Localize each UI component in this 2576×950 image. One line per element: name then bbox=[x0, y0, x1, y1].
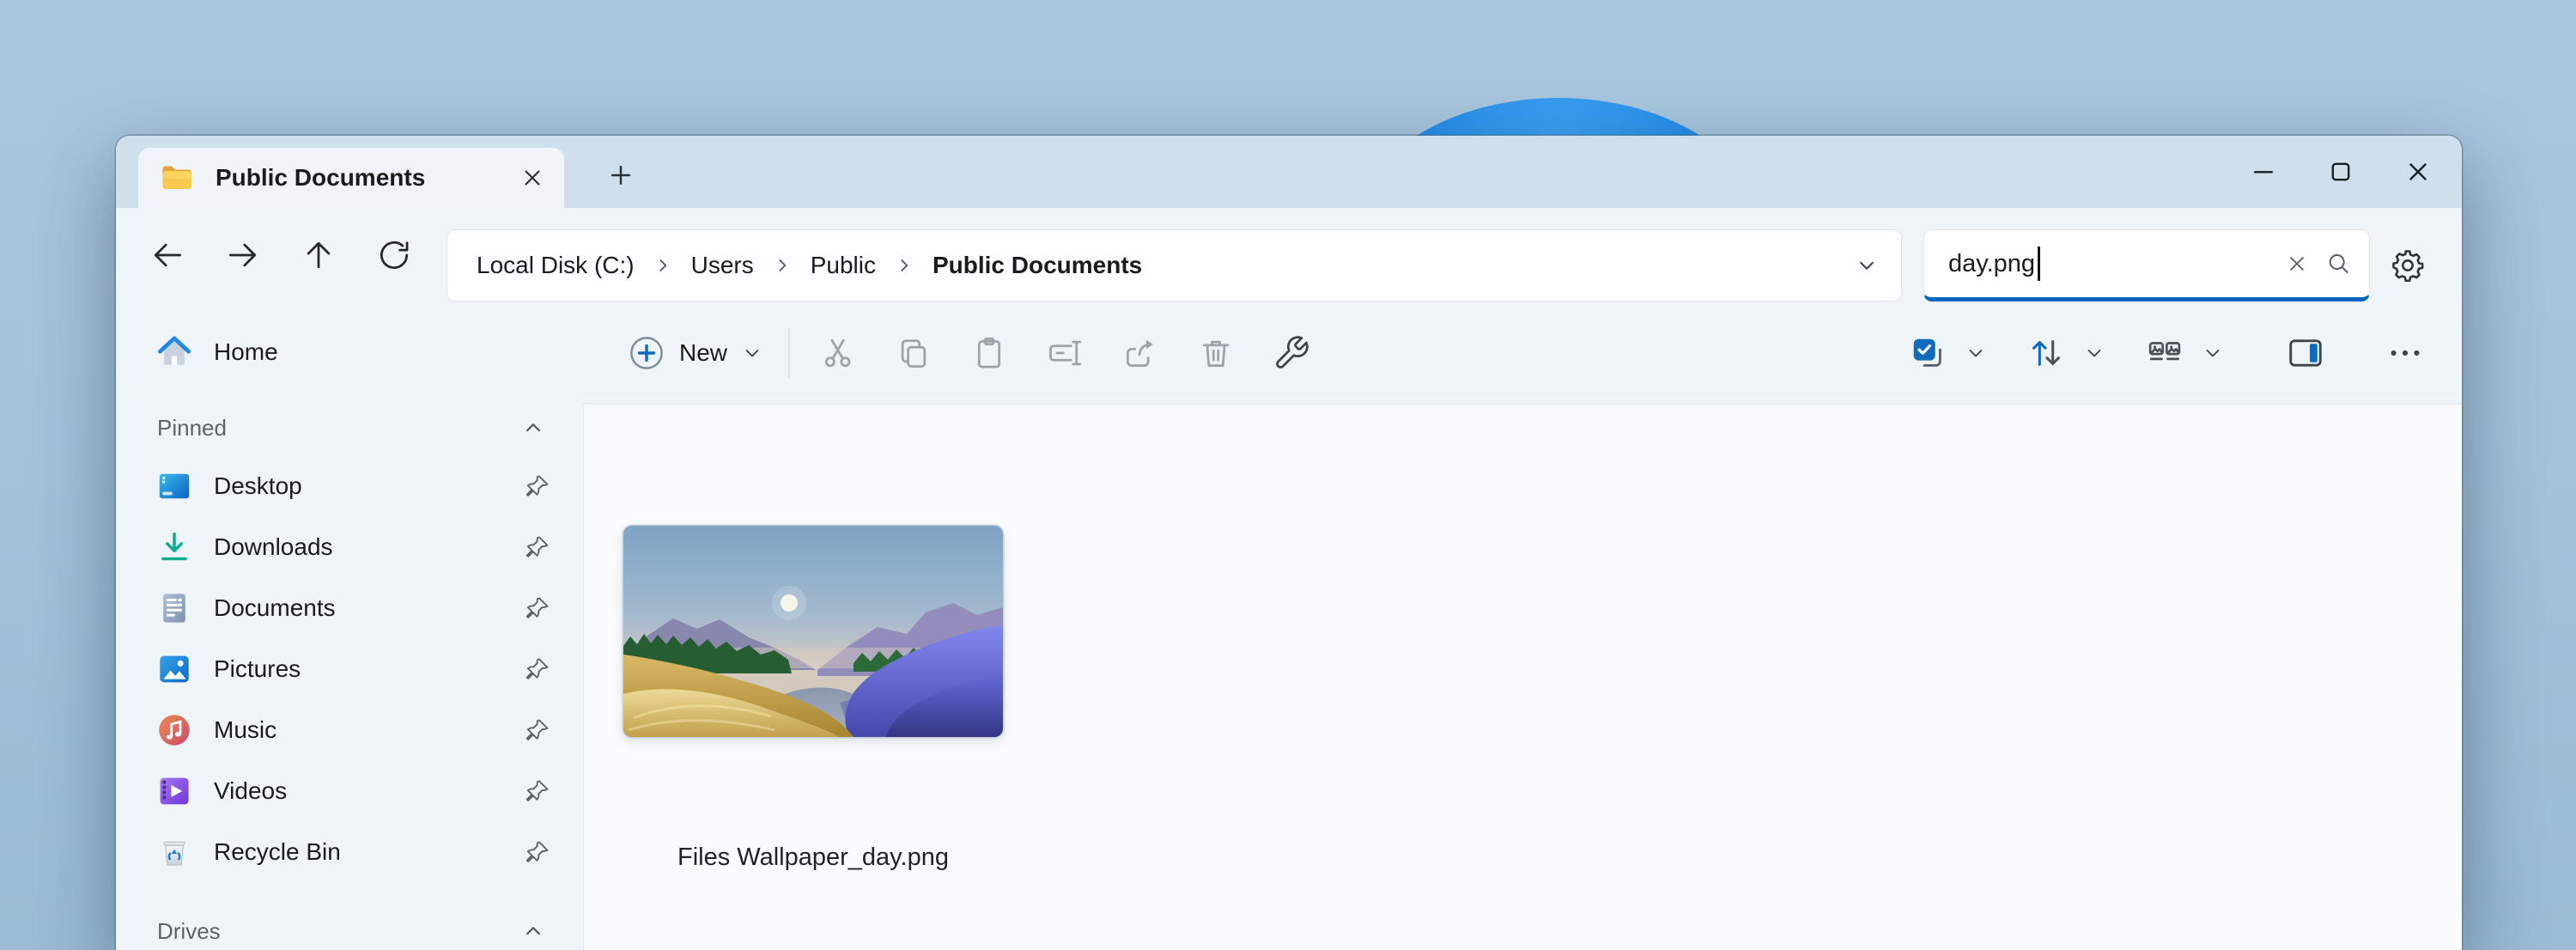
maximize-button[interactable] bbox=[2302, 136, 2379, 208]
sidebar-item-label: Documents bbox=[214, 594, 524, 622]
sidebar-item-label: Downloads bbox=[214, 533, 524, 561]
breadcrumb-public-documents[interactable]: Public Documents bbox=[929, 247, 1145, 284]
tab-public-documents[interactable]: Public Documents bbox=[138, 148, 564, 208]
chevron-right-icon bbox=[652, 254, 674, 277]
chevron-right-icon bbox=[893, 254, 915, 277]
tab-close-icon[interactable] bbox=[513, 158, 552, 198]
pin-icon bbox=[524, 777, 551, 805]
chevron-up-icon[interactable] bbox=[520, 415, 546, 441]
file-thumbnail-landscape-day-wallpaper bbox=[623, 526, 1003, 737]
breadcrumb-users[interactable]: Users bbox=[688, 247, 757, 284]
chevron-down-icon bbox=[740, 341, 764, 365]
sidebar-section-drives[interactable]: Drives bbox=[126, 909, 572, 950]
wrench-icon[interactable] bbox=[1254, 319, 1329, 387]
text-caret bbox=[2038, 247, 2040, 281]
sidebar-item-label: Videos bbox=[214, 777, 524, 805]
back-icon[interactable] bbox=[141, 228, 194, 282]
forward-icon[interactable] bbox=[216, 228, 270, 282]
more-ellipsis-icon[interactable] bbox=[2378, 319, 2433, 387]
sidebar-item-recycle-bin[interactable]: Recycle Bin bbox=[126, 826, 572, 878]
sidebar-item-documents[interactable]: Documents bbox=[126, 582, 572, 634]
details-pane-icon[interactable] bbox=[2278, 319, 2333, 387]
sidebar-item-label: Desktop bbox=[214, 472, 524, 500]
sidebar-item-desktop[interactable]: Desktop bbox=[126, 460, 572, 512]
chevron-down-icon[interactable] bbox=[2192, 319, 2233, 387]
sidebar-item-pictures[interactable]: Pictures bbox=[126, 643, 572, 695]
search-input[interactable]: day.png bbox=[1923, 229, 2370, 301]
chevron-up-icon[interactable] bbox=[520, 918, 546, 944]
paste-icon[interactable] bbox=[951, 319, 1027, 387]
home-icon bbox=[155, 333, 193, 371]
plus-circle-icon bbox=[627, 333, 666, 373]
new-button-label: New bbox=[679, 339, 727, 367]
section-label: Drives bbox=[157, 918, 221, 945]
refresh-icon[interactable] bbox=[368, 228, 421, 282]
share-icon[interactable] bbox=[1103, 319, 1178, 387]
gear-icon[interactable] bbox=[2383, 241, 2433, 290]
documents-icon bbox=[155, 589, 193, 627]
address-dropdown-chevron-icon[interactable] bbox=[1846, 245, 1887, 286]
sort-icon[interactable] bbox=[2019, 319, 2074, 387]
new-tab-plus-icon[interactable] bbox=[598, 153, 643, 198]
view-icon[interactable] bbox=[2137, 319, 2192, 387]
search-icon[interactable] bbox=[2318, 243, 2359, 284]
clear-x-icon[interactable] bbox=[2276, 243, 2318, 284]
address-bar[interactable]: Local Disk (C:) Users Public Public Docu… bbox=[447, 229, 1902, 301]
close-button[interactable] bbox=[2379, 136, 2457, 208]
pin-icon bbox=[524, 472, 551, 500]
sidebar-item-label: Recycle Bin bbox=[214, 838, 524, 866]
view-controls bbox=[1900, 319, 2462, 387]
cut-icon[interactable] bbox=[800, 319, 876, 387]
sidebar-item-videos[interactable]: Videos bbox=[126, 765, 572, 817]
file-name[interactable]: Files Wallpaper_day.png bbox=[623, 843, 1003, 872]
downloads-icon bbox=[155, 528, 193, 566]
sidebar-item-downloads[interactable]: Downloads bbox=[126, 521, 572, 573]
new-button[interactable]: New bbox=[606, 319, 785, 387]
sidebar: Home Pinned Desktop bbox=[116, 302, 582, 950]
pin-icon bbox=[524, 533, 551, 561]
sidebar-item-label: Home bbox=[214, 338, 551, 366]
pinned-items: Desktop Downloads bbox=[116, 460, 582, 878]
file-list-pane[interactable]: Files Wallpaper_day.png bbox=[583, 405, 2462, 950]
sidebar-section-pinned[interactable]: Pinned bbox=[126, 405, 572, 450]
titlebar: Public Documents bbox=[116, 136, 2462, 208]
up-icon[interactable] bbox=[292, 228, 345, 282]
sidebar-item-label: Music bbox=[214, 716, 524, 744]
rename-icon[interactable] bbox=[1027, 319, 1103, 387]
chevron-right-icon bbox=[771, 254, 793, 277]
command-bar: New bbox=[582, 302, 2462, 404]
pin-icon bbox=[524, 655, 551, 683]
window-controls bbox=[2225, 136, 2457, 208]
recycle-bin-icon bbox=[155, 833, 193, 871]
folder-icon bbox=[159, 160, 195, 196]
desktop-icon bbox=[155, 467, 193, 505]
file-item[interactable]: Files Wallpaper_day.png bbox=[623, 526, 1003, 872]
minimize-button[interactable] bbox=[2225, 136, 2302, 208]
delete-icon[interactable] bbox=[1178, 319, 1254, 387]
pin-icon bbox=[524, 716, 551, 744]
sidebar-item-home[interactable]: Home bbox=[126, 326, 572, 378]
breadcrumb-local-disk[interactable]: Local Disk (C:) bbox=[473, 247, 638, 284]
breadcrumb-public[interactable]: Public bbox=[807, 247, 879, 284]
search-value: day.png bbox=[1948, 250, 2035, 278]
tab-title: Public Documents bbox=[216, 164, 513, 192]
pin-icon bbox=[524, 594, 551, 622]
chevron-down-icon[interactable] bbox=[1955, 319, 1996, 387]
sidebar-item-music[interactable]: Music bbox=[126, 704, 572, 756]
music-icon bbox=[155, 711, 193, 749]
select-all-icon[interactable] bbox=[1900, 319, 1955, 387]
file-explorer-window: Public Documents bbox=[116, 136, 2462, 950]
toolbar-divider bbox=[788, 328, 790, 378]
pictures-icon bbox=[155, 650, 193, 688]
copy-icon[interactable] bbox=[876, 319, 951, 387]
videos-icon bbox=[155, 772, 193, 810]
chevron-down-icon[interactable] bbox=[2074, 319, 2115, 387]
sidebar-item-label: Pictures bbox=[214, 655, 524, 683]
pin-icon bbox=[524, 838, 551, 866]
section-label: Pinned bbox=[157, 415, 227, 442]
